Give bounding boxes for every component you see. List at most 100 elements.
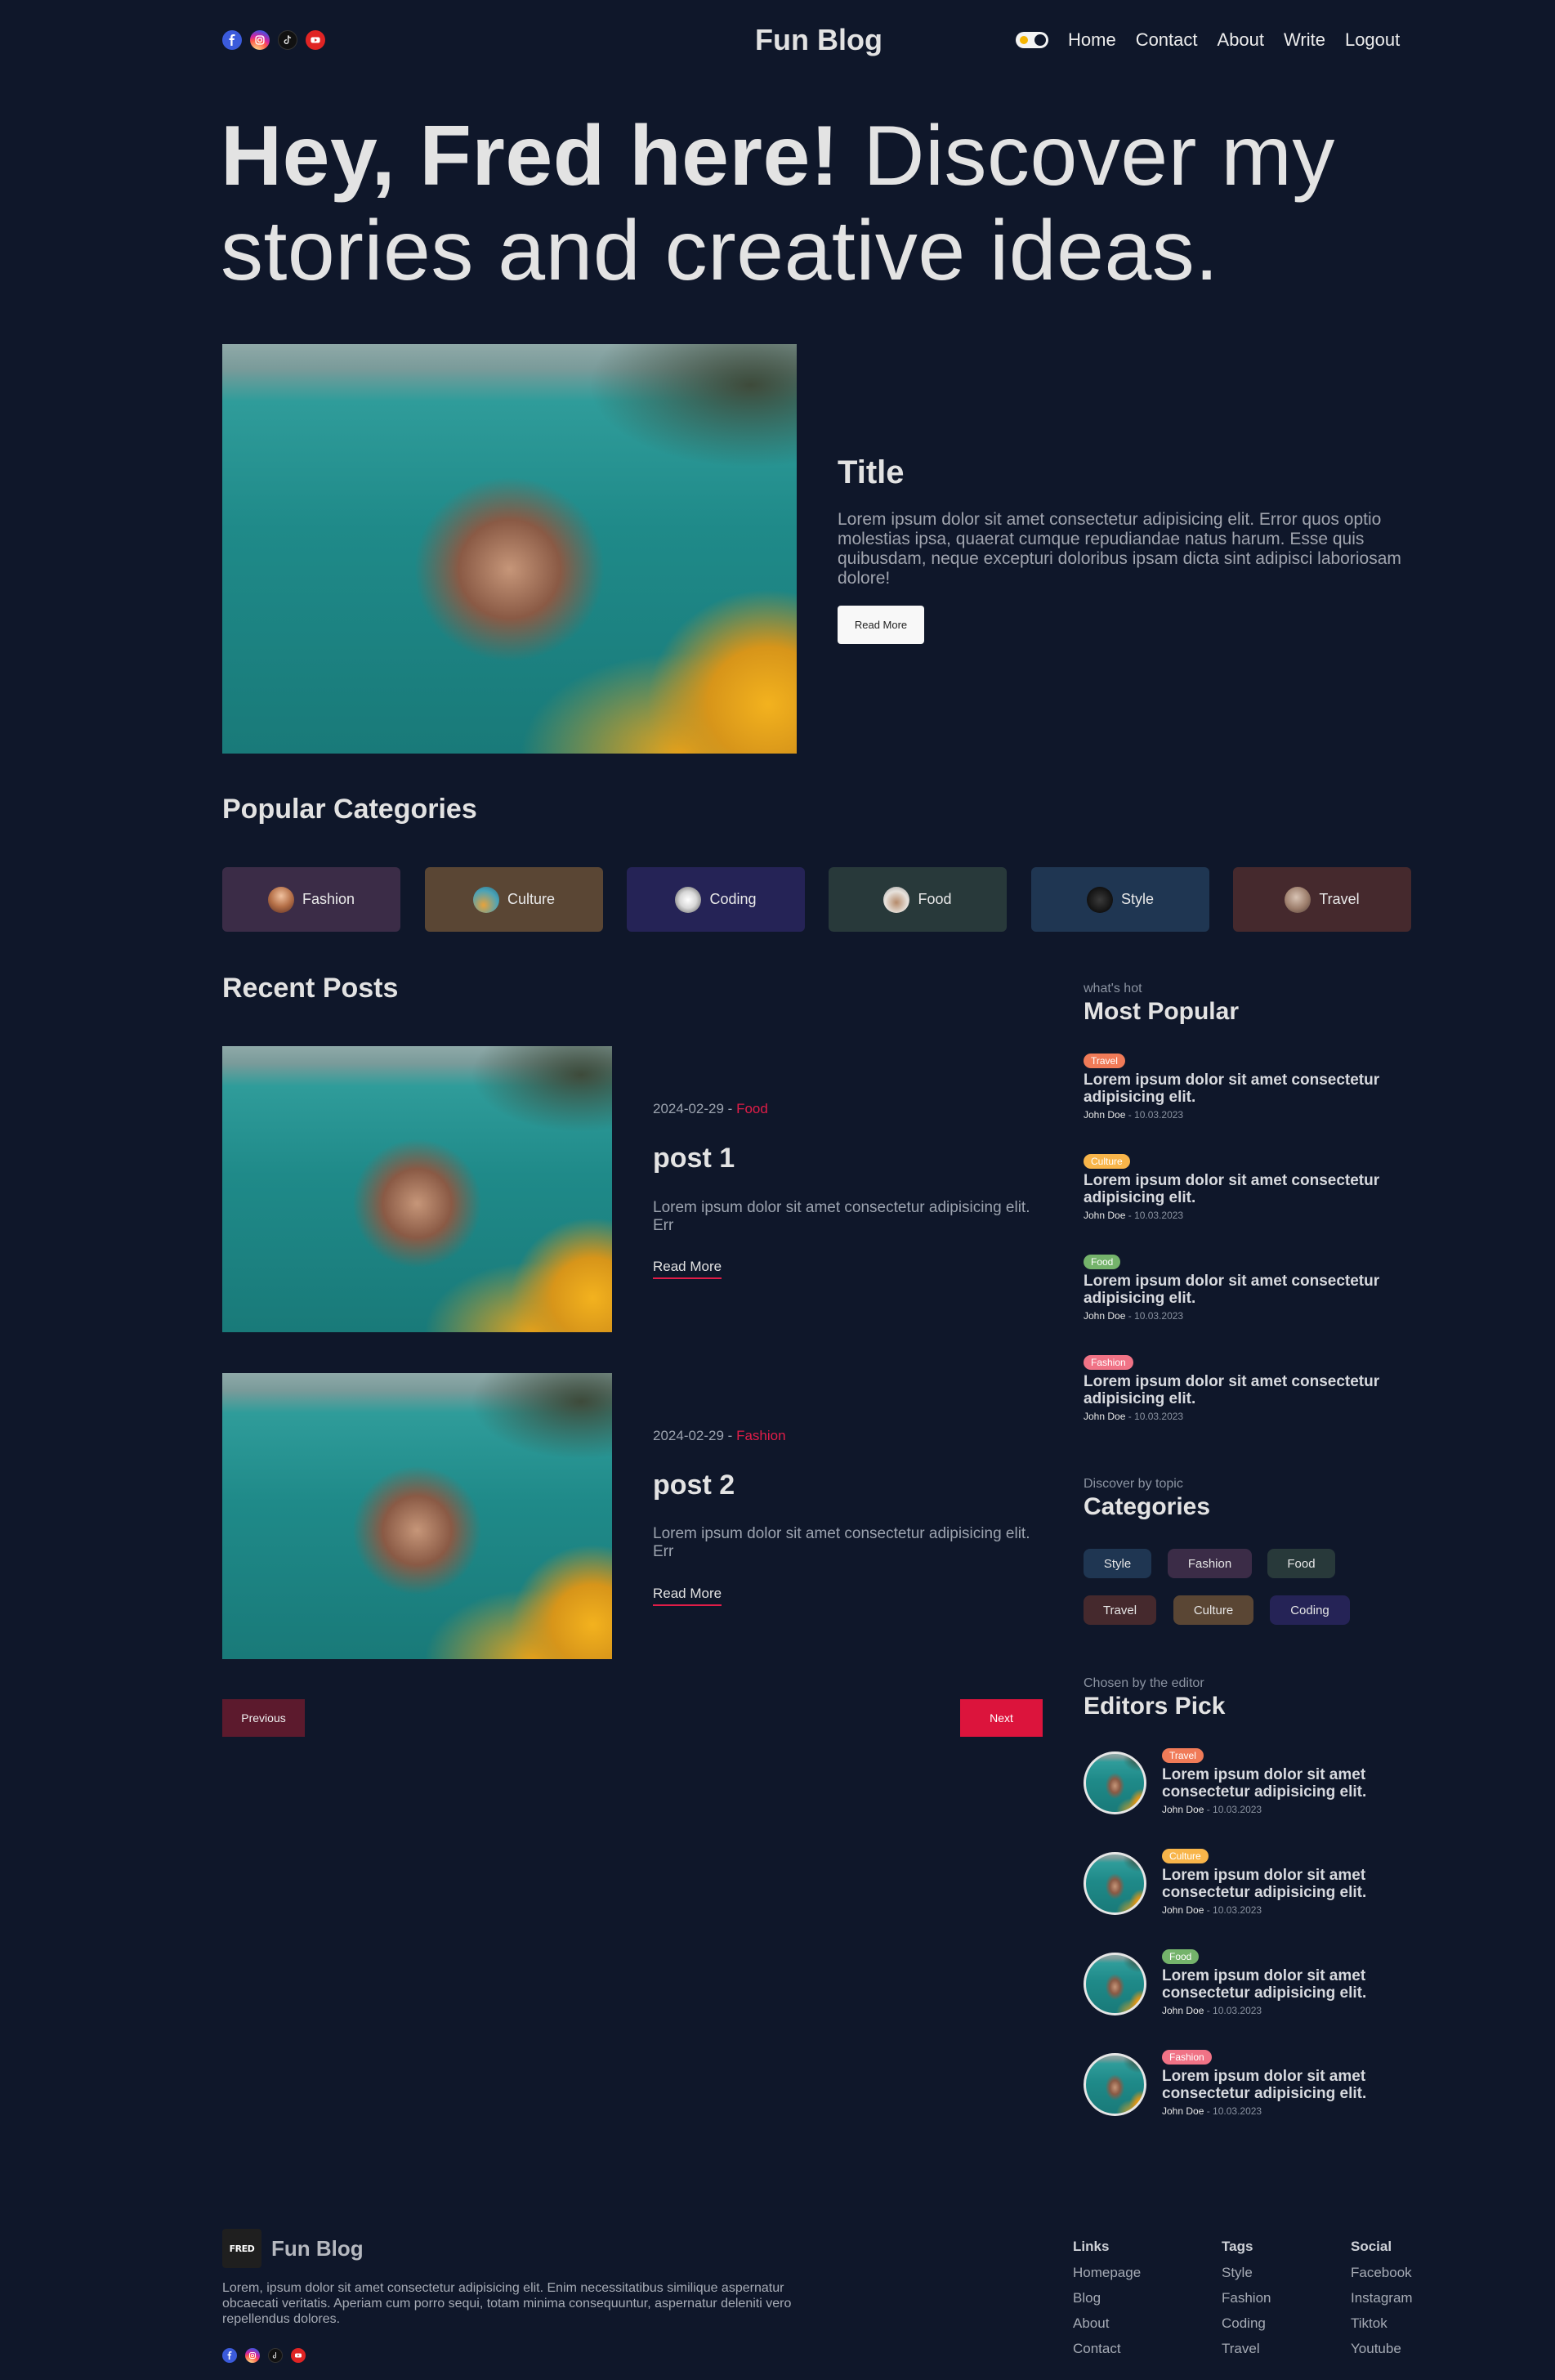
popular-item[interactable]: Travel Lorem ipsum dolor sit amet consect… xyxy=(1084,1054,1394,1121)
post-title[interactable]: post 2 xyxy=(653,1470,735,1501)
editors-pick-avatar[interactable] xyxy=(1084,1751,1146,1814)
instagram-icon[interactable] xyxy=(250,30,270,50)
nav-link-about[interactable]: About xyxy=(1218,29,1265,51)
categories-title: Categories xyxy=(1084,1493,1211,1520)
featured-image[interactable] xyxy=(222,344,797,754)
post-read-more-link[interactable]: Read More xyxy=(653,1586,722,1606)
editors-pick-tag[interactable]: Fashion xyxy=(1162,2050,1212,2065)
footer-link-youtube[interactable]: Youtube xyxy=(1351,2341,1413,2357)
category-card-fashion[interactable]: Fashion xyxy=(222,867,400,932)
popular-item-title[interactable]: Lorem ipsum dolor sit amet consectetur a… xyxy=(1084,1273,1394,1307)
editors-pick-title[interactable]: Lorem ipsum dolor sit amet consectetur a… xyxy=(1162,1766,1407,1801)
popular-item-tag[interactable]: Food xyxy=(1084,1255,1121,1269)
nav-link-contact[interactable]: Contact xyxy=(1136,29,1198,51)
popular-categories-title: Popular Categories xyxy=(222,794,477,825)
footer-column-social: Social Facebook Instagram Tiktok Youtube xyxy=(1351,2239,1413,2366)
category-card-food[interactable]: Food xyxy=(829,867,1007,932)
category-card-style[interactable]: Style xyxy=(1031,867,1209,932)
next-button[interactable]: Next xyxy=(960,1699,1043,1737)
footer-link-instagram[interactable]: Instagram xyxy=(1351,2290,1413,2306)
editors-pick-title[interactable]: Lorem ipsum dolor sit amet consectetur a… xyxy=(1162,1967,1407,2002)
nav-link-home[interactable]: Home xyxy=(1068,29,1116,51)
category-card-coding[interactable]: Coding xyxy=(627,867,805,932)
post-description: Lorem ipsum dolor sit amet consectetur a… xyxy=(653,1199,1030,1234)
category-label: Travel xyxy=(1319,891,1360,907)
editors-pick-author: John Doe xyxy=(1162,2105,1204,2117)
footer-link-blog[interactable]: Blog xyxy=(1073,2290,1141,2306)
post-image[interactable] xyxy=(222,1046,612,1332)
editors-pick-avatar[interactable] xyxy=(1084,1953,1146,2015)
editors-pick-avatar[interactable] xyxy=(1084,1852,1146,1915)
post-image[interactable] xyxy=(222,1373,612,1659)
post-category[interactable]: Fashion xyxy=(736,1428,785,1443)
footer-link-coding[interactable]: Coding xyxy=(1222,2315,1271,2332)
footer-link-about[interactable]: About xyxy=(1073,2315,1141,2332)
category-chip-fashion[interactable]: Fashion xyxy=(1168,1549,1252,1578)
category-label: Food xyxy=(918,891,952,907)
post-meta: 2024-02-29 - Food xyxy=(653,1101,768,1117)
editors-pick-avatar[interactable] xyxy=(1084,2053,1146,2116)
facebook-icon[interactable] xyxy=(222,2348,237,2363)
category-card-culture[interactable]: Culture xyxy=(425,867,603,932)
popular-item-title[interactable]: Lorem ipsum dolor sit amet consectetur a… xyxy=(1084,1071,1394,1106)
editors-pick-item[interactable]: Food Lorem ipsum dolor sit amet consectet… xyxy=(1162,1949,1407,2016)
instagram-icon[interactable] xyxy=(245,2348,260,2363)
post-meta: 2024-02-29 - Fashion xyxy=(653,1428,786,1444)
sun-icon xyxy=(1020,36,1028,44)
editors-pick-meta: John Doe - 10.03.2023 xyxy=(1162,1904,1407,1916)
footer-link-homepage[interactable]: Homepage xyxy=(1073,2265,1141,2281)
post-read-more-link[interactable]: Read More xyxy=(653,1259,722,1279)
editors-pick-item[interactable]: Culture Lorem ipsum dolor sit amet consec… xyxy=(1162,1849,1407,1916)
featured-description: Lorem ipsum dolor sit amet consectetur a… xyxy=(838,510,1401,588)
popular-item-tag[interactable]: Travel xyxy=(1084,1054,1125,1068)
featured-read-more-button[interactable]: Read More xyxy=(838,606,924,644)
category-chip-style[interactable]: Style xyxy=(1084,1549,1151,1578)
footer-logo[interactable]: FRED xyxy=(222,2229,261,2268)
nav-link-logout[interactable]: Logout xyxy=(1345,29,1400,51)
footer-social-links xyxy=(222,2348,306,2363)
category-chip-food[interactable]: Food xyxy=(1267,1549,1335,1578)
footer-link-style[interactable]: Style xyxy=(1222,2265,1271,2281)
category-chip-coding[interactable]: Coding xyxy=(1270,1595,1350,1625)
editors-pick-tag[interactable]: Culture xyxy=(1162,1849,1209,1863)
nav-link-write[interactable]: Write xyxy=(1284,29,1325,51)
popular-item[interactable]: Food Lorem ipsum dolor sit amet consectet… xyxy=(1084,1255,1394,1322)
editors-pick-tag[interactable]: Travel xyxy=(1162,1748,1204,1763)
category-chip-culture[interactable]: Culture xyxy=(1173,1595,1253,1625)
youtube-icon[interactable] xyxy=(291,2348,306,2363)
post-title[interactable]: post 1 xyxy=(653,1143,735,1174)
footer-link-fashion[interactable]: Fashion xyxy=(1222,2290,1271,2306)
footer-link-tiktok[interactable]: Tiktok xyxy=(1351,2315,1413,2332)
post-category[interactable]: Food xyxy=(736,1101,768,1116)
editors-pick-author: John Doe xyxy=(1162,1804,1204,1815)
editors-pick-title[interactable]: Lorem ipsum dolor sit amet consectetur a… xyxy=(1162,2068,1407,2102)
facebook-icon[interactable] xyxy=(222,30,242,50)
popular-item-title[interactable]: Lorem ipsum dolor sit amet consectetur a… xyxy=(1084,1172,1394,1206)
popular-item-tag[interactable]: Fashion xyxy=(1084,1355,1133,1370)
editors-pick-title[interactable]: Lorem ipsum dolor sit amet consectetur a… xyxy=(1162,1867,1407,1901)
editors-pick-item[interactable]: Fashion Lorem ipsum dolor sit amet consec… xyxy=(1162,2050,1407,2117)
popular-item-date: - 10.03.2023 xyxy=(1125,1310,1184,1322)
previous-button[interactable]: Previous xyxy=(222,1699,305,1737)
popular-item[interactable]: Culture Lorem ipsum dolor sit amet consec… xyxy=(1084,1154,1394,1221)
editors-pick-item[interactable]: Travel Lorem ipsum dolor sit amet consect… xyxy=(1162,1748,1407,1815)
theme-toggle[interactable] xyxy=(1016,32,1048,48)
featured-title[interactable]: Title xyxy=(838,454,905,491)
popular-item-tag[interactable]: Culture xyxy=(1084,1154,1130,1169)
footer-column-links: Links Homepage Blog About Contact xyxy=(1073,2239,1141,2366)
footer-link-contact[interactable]: Contact xyxy=(1073,2341,1141,2357)
youtube-icon[interactable] xyxy=(306,30,325,50)
footer-brand[interactable]: Fun Blog xyxy=(271,2236,364,2261)
popular-item-title[interactable]: Lorem ipsum dolor sit amet consectetur a… xyxy=(1084,1373,1394,1407)
tiktok-icon[interactable] xyxy=(268,2348,283,2363)
editors-pick-tag[interactable]: Food xyxy=(1162,1949,1200,1964)
popular-item-meta: John Doe - 10.03.2023 xyxy=(1084,1210,1394,1221)
popular-item[interactable]: Fashion Lorem ipsum dolor sit amet consec… xyxy=(1084,1355,1394,1422)
editors-pick-meta: John Doe - 10.03.2023 xyxy=(1162,2105,1407,2117)
footer-link-travel[interactable]: Travel xyxy=(1222,2341,1271,2357)
tiktok-icon[interactable] xyxy=(278,30,297,50)
category-chip-travel[interactable]: Travel xyxy=(1084,1595,1156,1625)
category-card-travel[interactable]: Travel xyxy=(1233,867,1411,932)
site-logo[interactable]: Fun Blog xyxy=(755,23,883,57)
footer-link-facebook[interactable]: Facebook xyxy=(1351,2265,1413,2281)
